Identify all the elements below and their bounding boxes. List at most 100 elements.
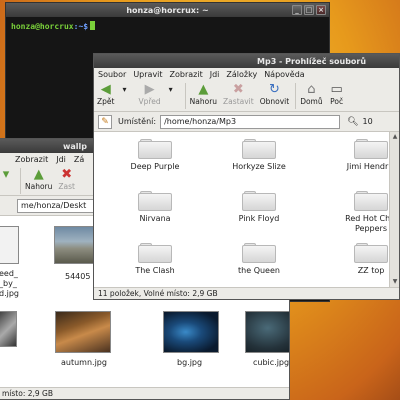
stop-label: Zastavit xyxy=(223,97,254,106)
wallpapers-statusbar: é místo: 2,9 GB xyxy=(0,387,289,399)
menu-napoveda[interactable]: Nápověda xyxy=(264,70,305,79)
up-arrow-icon: ▲ xyxy=(198,82,209,97)
wallpaper-thumbnail[interactable] xyxy=(163,311,219,353)
chevron-down-icon: ▾ xyxy=(122,85,127,94)
menu-upravit[interactable]: Upravit xyxy=(133,70,162,79)
zoom-value: 10 xyxy=(362,117,373,126)
back-label: Zpět xyxy=(97,97,115,106)
folder-icon xyxy=(138,139,172,159)
menu-zalozky[interactable]: Zá xyxy=(74,155,84,164)
folder-icon xyxy=(242,139,276,159)
menu-jdi[interactable]: Jdi xyxy=(210,70,220,79)
mp3-file-area[interactable]: Deep Purple Horkyze Slize Jimi Hendrix N… xyxy=(94,132,397,287)
terminal-titlebar[interactable]: honza@horcrux: ~ _ □ × xyxy=(6,3,329,17)
folder-item[interactable]: the Queen xyxy=(216,243,302,276)
prompt-path: :~$ xyxy=(73,22,89,31)
stop-button[interactable]: ✖ Zast xyxy=(58,166,75,192)
folder-item[interactable]: Pink Floyd xyxy=(216,191,302,224)
pencil-icon: ✎ xyxy=(98,114,112,129)
folder-item[interactable]: Horkyze Slize xyxy=(216,139,302,172)
stop-label: Zast xyxy=(58,182,75,191)
location-label: Umístění: xyxy=(118,117,157,126)
stop-icon: ✖ xyxy=(232,82,244,97)
stop-button[interactable]: ✖ Zastavit xyxy=(223,81,254,107)
up-label: Nahoru xyxy=(25,182,53,191)
folder-name: ZZ top xyxy=(357,266,385,275)
scroll-down-icon[interactable]: ▼ xyxy=(391,278,399,286)
folder-name: Pink Floyd xyxy=(238,214,280,223)
folder-icon xyxy=(138,243,172,263)
computer-button[interactable]: ▭ Poč xyxy=(329,81,345,107)
up-arrow-icon: ▲ xyxy=(33,167,44,182)
mp3-toolbar: ◀ Zpět ▾ ▶ Vpřed ▾ ▲ Nahoru ✖ Zastavit ↻… xyxy=(94,81,399,112)
folder-name: Horkyze Slize xyxy=(232,162,286,171)
mp3-menubar: Soubor Upravit Zobrazit Jdi Záložky Nápo… xyxy=(94,68,399,81)
back-button[interactable]: ◀ Zpět xyxy=(97,81,115,107)
location-input[interactable]: /home/honza/Mp3 xyxy=(160,114,341,129)
menu-zobrazit[interactable]: Zobrazit xyxy=(15,155,48,164)
menu-jdi[interactable]: Jdi xyxy=(56,155,66,164)
mp3-titlebar[interactable]: Mp3 - Prohlížeč souborů xyxy=(94,54,399,68)
folder-icon xyxy=(242,191,276,211)
up-label: Nahoru xyxy=(189,97,218,106)
wallpaper-thumbnail[interactable] xyxy=(0,311,17,347)
mp3-window[interactable]: Mp3 - Prohlížeč souborů Soubor Upravit Z… xyxy=(93,53,400,300)
chevron-down-icon: ▾ xyxy=(168,85,173,94)
file-label: bg.jpg xyxy=(177,358,203,367)
forward-history-dropdown[interactable]: ▾ xyxy=(163,81,179,97)
forward-button[interactable]: ▾ xyxy=(0,166,14,182)
back-arrow-icon: ◀ xyxy=(100,82,111,97)
location-input[interactable]: me/honza/Deskt xyxy=(17,198,97,213)
folder-name: the Queen xyxy=(238,266,280,275)
folder-item[interactable]: The Clash xyxy=(112,243,198,276)
folder-icon xyxy=(354,139,388,159)
back-history-dropdown[interactable]: ▾ xyxy=(116,81,132,97)
wallpaper-thumbnail[interactable] xyxy=(245,311,289,353)
file-label: autumn.jpg xyxy=(61,358,107,367)
computer-icon: ▭ xyxy=(330,82,343,97)
close-icon[interactable]: × xyxy=(316,5,326,15)
folder-item[interactable]: Deep Purple xyxy=(112,139,198,172)
forward-arrow-icon: ▶ xyxy=(144,82,155,97)
folder-item[interactable]: Nirvana xyxy=(112,191,198,224)
mp3-locationbar: ✎ Umístění: /home/honza/Mp3 🔍︎ 10 xyxy=(94,112,399,132)
scroll-up-icon[interactable]: ▲ xyxy=(391,133,399,141)
maximize-icon[interactable]: □ xyxy=(304,5,314,15)
menu-zobrazit[interactable]: Zobrazit xyxy=(170,70,203,79)
prompt-user: honza@horcrux xyxy=(11,22,74,31)
folder-icon xyxy=(242,243,276,263)
wallpaper-thumbnail[interactable] xyxy=(55,311,111,353)
minimize-icon[interactable]: _ xyxy=(292,5,302,15)
folder-name: Nirvana xyxy=(139,214,171,223)
folder-name: Deep Purple xyxy=(130,162,180,171)
reload-label: Obnovit xyxy=(259,97,290,106)
menu-soubor[interactable]: Soubor xyxy=(98,70,126,79)
file-label: 54405 xyxy=(65,272,91,281)
vertical-scrollbar[interactable]: ▲ ▼ xyxy=(389,132,399,287)
toggle-path-button[interactable]: ✎ xyxy=(98,114,112,129)
folder-icon xyxy=(138,191,172,211)
forward-label: Vpřed xyxy=(138,97,161,106)
folder-name: The Clash xyxy=(135,266,175,275)
home-button[interactable]: ⌂ Domů xyxy=(300,81,323,107)
up-button[interactable]: ▲ Nahoru xyxy=(25,166,53,192)
computer-label: Poč xyxy=(330,97,344,106)
forward-button[interactable]: ▶ Vpřed xyxy=(138,81,161,107)
zoom-icon: 🔍︎ xyxy=(347,116,359,127)
wallpapers-title: wallp xyxy=(63,141,87,151)
forward-arrow-icon: ▾ xyxy=(2,167,10,182)
file-label: eed_ _by_ d.jpg xyxy=(0,269,19,298)
folder-name: Jimi Hendrix xyxy=(346,162,396,171)
menu-zalozky[interactable]: Záložky xyxy=(226,70,257,79)
home-label: Domů xyxy=(300,97,323,106)
folder-icon xyxy=(354,191,388,211)
up-button[interactable]: ▲ Nahoru xyxy=(189,81,218,107)
terminal-title: honza@horcrux: ~ xyxy=(126,5,209,15)
mp3-title: Mp3 - Prohlížeč souborů xyxy=(257,56,367,66)
reload-icon: ↻ xyxy=(268,82,280,97)
wallpaper-thumbnail[interactable] xyxy=(0,226,19,264)
reload-button[interactable]: ↻ Obnovit xyxy=(259,81,290,107)
stop-icon: ✖ xyxy=(61,167,73,182)
folder-icon xyxy=(354,243,388,263)
file-label: cubic.jpg xyxy=(253,358,290,367)
